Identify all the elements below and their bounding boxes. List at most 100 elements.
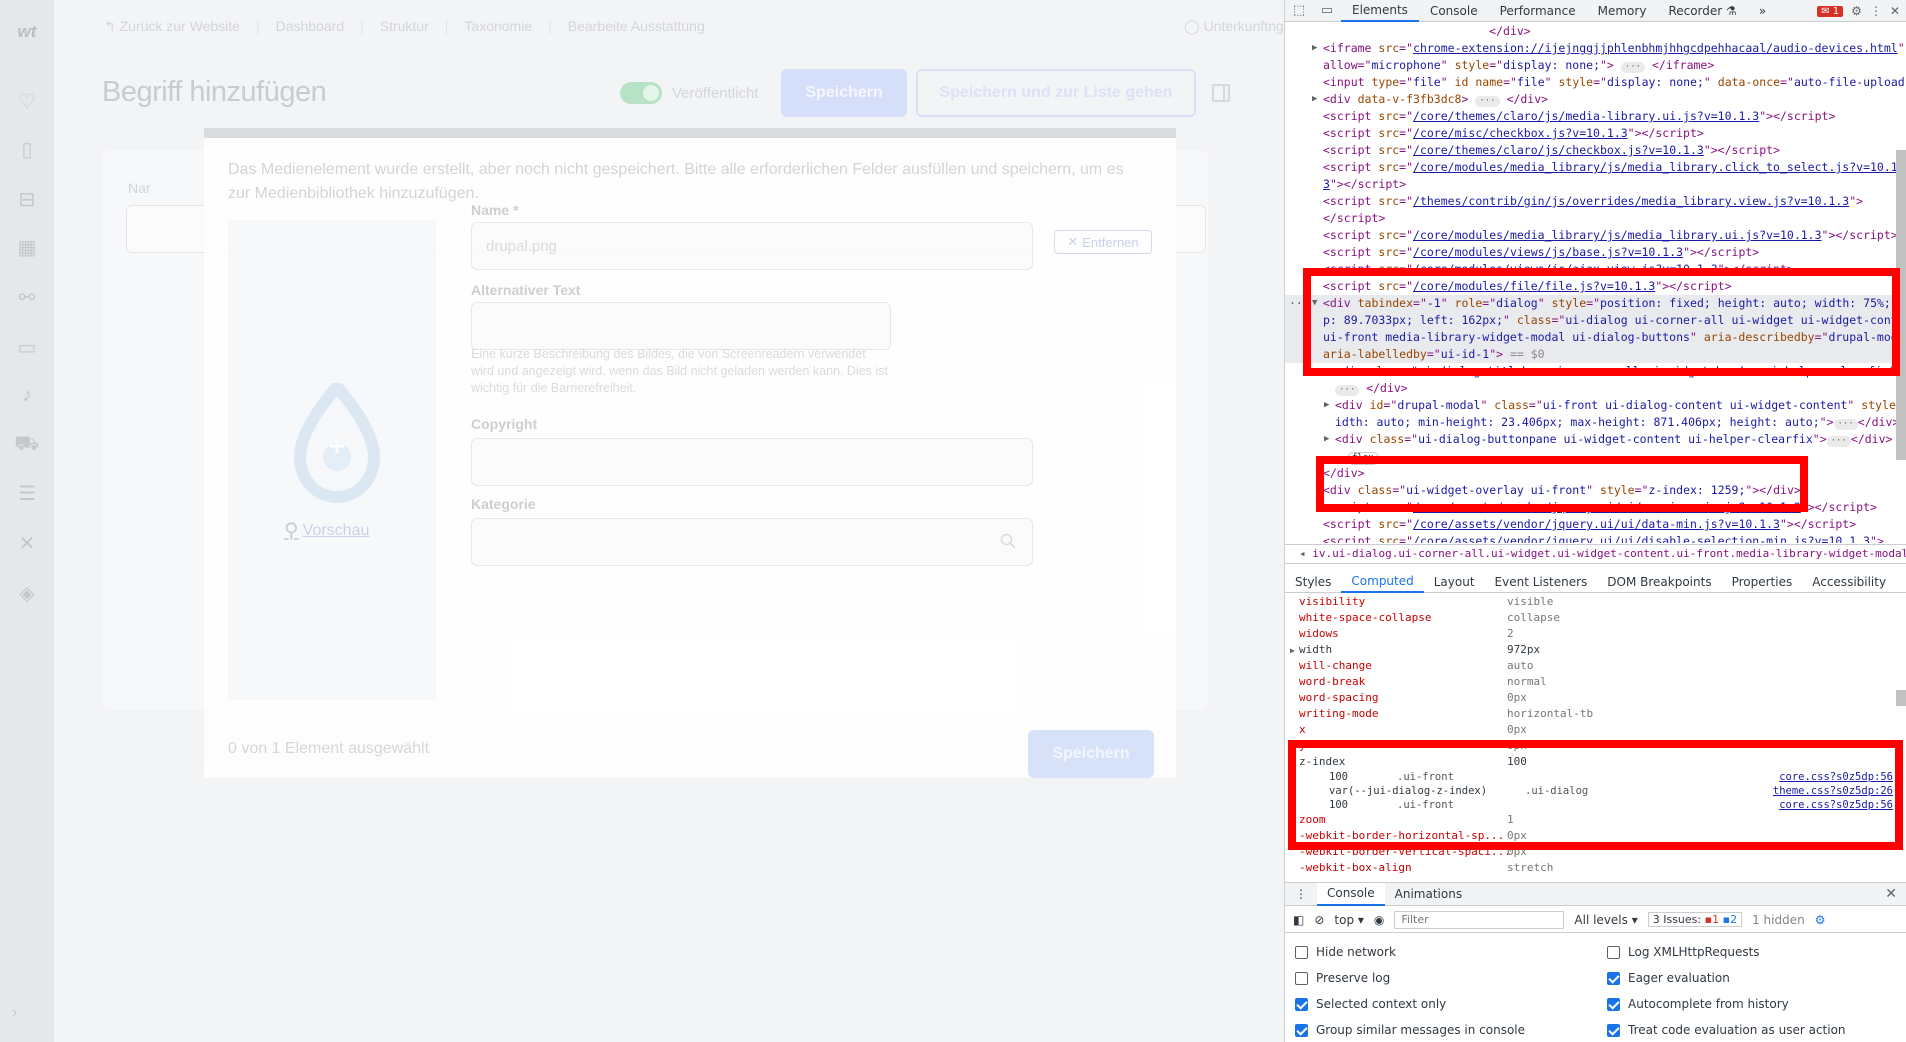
setting-checkbox[interactable]: Autocomplete from history: [1607, 995, 1789, 1013]
sidebar-toggle-icon[interactable]: ◧: [1293, 913, 1304, 927]
dom-node-line[interactable]: <script src="/core/themes/claro/js/media…: [1285, 108, 1906, 125]
dom-node-line[interactable]: <script src="/core/themes/claro/js/check…: [1285, 142, 1906, 159]
computed-property[interactable]: ▶ width 972px: [1285, 642, 1906, 658]
dom-node-line[interactable]: ▼ ··· <div tabindex="-1" role="dialog" sty…: [1285, 295, 1906, 312]
dialog-save-button[interactable]: Speichern: [1028, 730, 1154, 778]
drawer-tab-animations[interactable]: Animations: [1385, 883, 1472, 906]
console-filter-input[interactable]: [1394, 910, 1565, 929]
computed-property[interactable]: will-change auto: [1285, 658, 1906, 674]
dom-node-line[interactable]: ··· </div>: [1285, 380, 1906, 397]
dom-node-line[interactable]: flex: [1285, 448, 1906, 465]
car-icon[interactable]: ⛟: [8, 426, 46, 464]
setting-checkbox[interactable]: Group similar messages in console: [1295, 1021, 1525, 1039]
setting-checkbox[interactable]: Selected context only: [1295, 995, 1446, 1013]
image-icon[interactable]: ▭: [8, 328, 46, 366]
subtab-computed[interactable]: Computed: [1341, 571, 1424, 593]
live-expression-icon[interactable]: ◉: [1374, 913, 1384, 927]
tab-elements[interactable]: Elements: [1341, 0, 1419, 22]
setting-checkbox[interactable]: Log XMLHttpRequests: [1607, 943, 1760, 961]
kebab-menu-icon[interactable]: ⋮: [1870, 4, 1882, 18]
computed-property[interactable]: zoom 1: [1285, 812, 1906, 828]
computed-property[interactable]: -webkit-box-decoration-break slice: [1285, 876, 1906, 879]
dom-node-line[interactable]: </div>: [1285, 465, 1906, 482]
tab-performance[interactable]: Performance: [1489, 0, 1587, 22]
published-toggle[interactable]: [620, 82, 662, 104]
computed-property[interactable]: ▶ z-index 100: [1285, 754, 1906, 770]
settings-gear-icon[interactable]: ⚙: [1851, 4, 1862, 18]
computed-property[interactable]: -webkit-border-horizontal-sp... 0px: [1285, 828, 1906, 844]
dom-node-line[interactable]: <script src="/core/assets/vendor/jquery.…: [1285, 516, 1906, 533]
computed-property[interactable]: -webkit-border-vertical-spaci... 0px: [1285, 844, 1906, 860]
elements-scrollbar[interactable]: [1896, 150, 1906, 460]
name-input[interactable]: drupal.png: [471, 222, 1033, 270]
computed-property[interactable]: x 0px: [1285, 722, 1906, 738]
dom-node-line[interactable]: allow="microphone" style="display: none;…: [1285, 57, 1906, 74]
dom-breadcrumb[interactable]: ◂ iv.ui-dialog.ui-corner-all.ui-widget.u…: [1285, 544, 1906, 564]
computed-property[interactable]: widows 2: [1285, 626, 1906, 642]
device-toolbar-icon[interactable]: ▭: [1313, 0, 1341, 22]
tools-icon[interactable]: ✕: [8, 524, 46, 562]
dom-node-line[interactable]: ▶ <div data-v-f3fb3dc8> ··· </div>: [1285, 91, 1906, 108]
dom-node-line[interactable]: <script src="/core/assets/vendor/jquery.…: [1285, 533, 1906, 543]
subtab-layout[interactable]: Layout: [1424, 571, 1485, 593]
context-select[interactable]: top ▾: [1334, 913, 1364, 927]
dom-node-line[interactable]: ▶ <div class="ui-dialog-buttonpane ui-wid…: [1285, 431, 1906, 448]
breadcrumb-dashboard[interactable]: Dashboard: [276, 18, 345, 35]
dom-node-line[interactable]: <script src="/core/modules/views/js/base…: [1285, 244, 1906, 261]
drawer-menu-icon[interactable]: ⋮: [1285, 883, 1317, 906]
dom-node-line[interactable]: <input type="file" id name="file" style=…: [1285, 74, 1906, 91]
subtab-accessibility[interactable]: Accessibility: [1802, 571, 1896, 593]
dom-node-line[interactable]: <script src="/core/modules/media_library…: [1285, 159, 1906, 176]
computed-property[interactable]: word-break normal: [1285, 674, 1906, 690]
inspect-element-icon[interactable]: ⬚: [1285, 0, 1313, 22]
sidebar-panel-icon[interactable]: [1212, 84, 1230, 102]
rule-source-link[interactable]: theme.css?s0z5dp:26: [1773, 784, 1893, 798]
computed-property[interactable]: -webkit-box-align stretch: [1285, 860, 1906, 876]
expand-triangle-icon[interactable]: ▶: [1312, 91, 1317, 108]
close-drawer-icon[interactable]: ✕: [1885, 886, 1897, 902]
alt-text-input[interactable]: [471, 302, 891, 350]
expand-triangle-icon[interactable]: ▶: [1290, 643, 1295, 659]
bike-icon[interactable]: ⚯: [8, 278, 46, 316]
setting-checkbox[interactable]: Hide network: [1295, 943, 1396, 961]
heart-icon[interactable]: ♡: [8, 82, 46, 120]
document-icon[interactable]: ▯: [8, 130, 46, 168]
bed-icon[interactable]: ⊟: [8, 180, 46, 218]
rule-source-link[interactable]: core.css?s0z5dp:56: [1779, 798, 1893, 812]
dom-node-line[interactable]: aria-labelledby="ui-id-1"> == $0: [1285, 346, 1906, 363]
dom-node-line[interactable]: <script src="/core/modules/views/js/ajax…: [1285, 261, 1906, 278]
checkbox-checked-icon[interactable]: [1295, 1023, 1308, 1037]
clear-console-icon[interactable]: ⊘: [1314, 913, 1324, 927]
preview-link[interactable]: ⚲ Vorschau: [284, 518, 369, 543]
checkbox-unchecked-icon[interactable]: [1295, 971, 1308, 985]
building-icon[interactable]: ▦: [8, 228, 46, 266]
subtab-dom-breakpoints[interactable]: DOM Breakpoints: [1597, 571, 1721, 593]
expand-triangle-icon[interactable]: ▶: [1324, 363, 1329, 380]
computed-property[interactable]: word-spacing 0px: [1285, 690, 1906, 706]
checkbox-checked-icon[interactable]: [1295, 997, 1308, 1011]
console-settings-icon[interactable]: ⚙: [1815, 913, 1826, 927]
breadcrumb-struktur[interactable]: Struktur: [380, 18, 429, 35]
dom-node-line[interactable]: <script src="/core/modules/media_library…: [1285, 227, 1906, 244]
computed-property[interactable]: visibility visible: [1285, 594, 1906, 610]
expand-sidebar-icon[interactable]: ›: [12, 1004, 17, 1022]
dom-node-line[interactable]: p: 89.7033px; left: 162px;" class="ui-di…: [1285, 312, 1906, 329]
expand-triangle-icon[interactable]: ▶: [1324, 397, 1329, 414]
issues-counter[interactable]: 3 Issues: ▪1 ▪2: [1647, 912, 1743, 927]
dom-node-line[interactable]: ▶ <div id="drupal-modal" class="ui-front …: [1285, 397, 1906, 414]
rule-source-link[interactable]: core.css?s0z5dp:56: [1779, 770, 1893, 784]
subtab-properties[interactable]: Properties: [1722, 571, 1803, 593]
node-actions-icon[interactable]: ···: [1289, 295, 1310, 312]
close-devtools-icon[interactable]: ✕: [1890, 4, 1900, 18]
expand-triangle-icon[interactable]: ▶: [1312, 40, 1317, 57]
subtab-styles[interactable]: Styles: [1285, 571, 1341, 593]
dom-node-line[interactable]: <script src="/core/assets/vendor/jquery.…: [1285, 499, 1906, 516]
setting-checkbox[interactable]: Preserve log: [1295, 969, 1390, 987]
copyright-input[interactable]: [471, 438, 1033, 486]
dom-node-line[interactable]: <script src="/core/misc/checkbox.js?v=10…: [1285, 125, 1906, 142]
dom-node-line[interactable]: <div class="ui-widget-overlay ui-front" …: [1285, 482, 1906, 499]
drupal-icon[interactable]: ◈: [8, 574, 46, 612]
collapse-triangle-icon[interactable]: ▼: [1312, 295, 1317, 312]
drawer-tab-console[interactable]: Console: [1317, 882, 1385, 906]
computed-property[interactable]: writing-mode horizontal-tb: [1285, 706, 1906, 722]
